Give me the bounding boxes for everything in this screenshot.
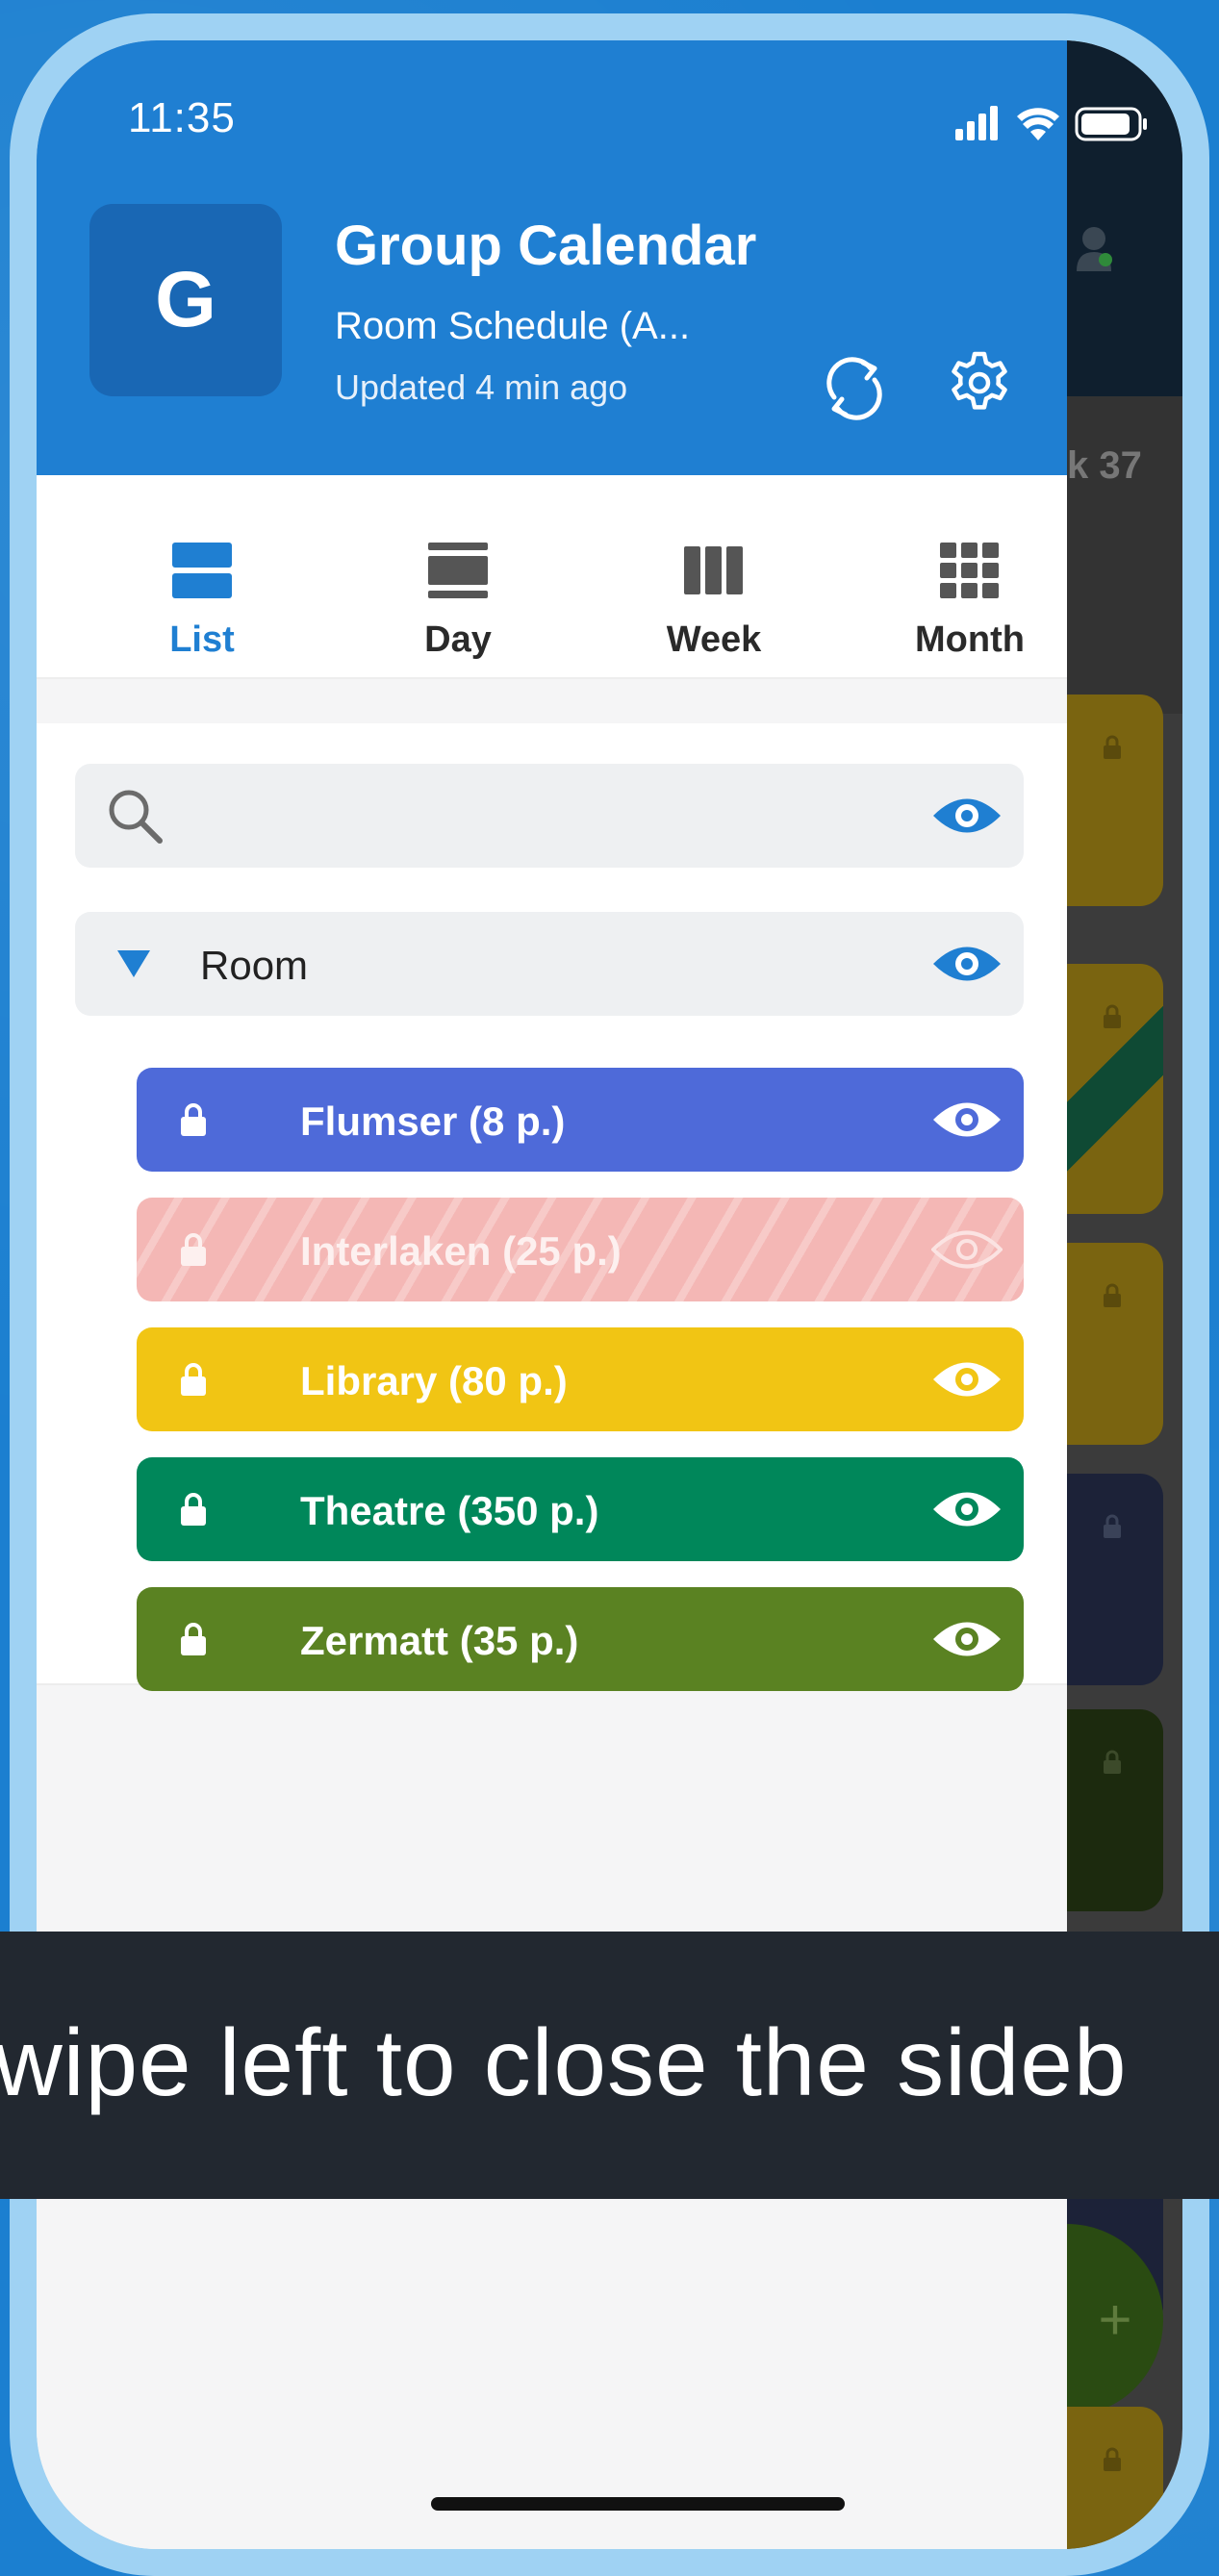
lock-icon (1104, 2447, 1121, 2471)
view-tabs: List Day Week Month (37, 475, 1067, 679)
calendar-avatar[interactable]: G (89, 204, 282, 396)
calendar-item-label: Library (80 p.) (300, 1358, 568, 1403)
eye-icon[interactable] (931, 1485, 1003, 1533)
background-event[interactable] (1067, 695, 1163, 906)
tab-week[interactable]: Week (589, 475, 839, 679)
settings-button[interactable] (941, 344, 1018, 421)
background-calendar-header (1067, 40, 1182, 396)
calendar-item-library[interactable]: Library (80 p.) (137, 1327, 1024, 1431)
status-icons (955, 106, 1147, 141)
home-indicator[interactable] (431, 2497, 845, 2511)
background-event[interactable] (1067, 1243, 1163, 1445)
background-event[interactable] (1067, 2407, 1163, 2549)
tab-label: Week (666, 619, 762, 660)
sync-button[interactable] (816, 350, 893, 427)
background-event[interactable] (1067, 964, 1163, 1214)
calendar-item-label: Interlaken (25 p.) (300, 1228, 622, 1274)
status-time: 11:35 (128, 94, 236, 141)
lock-icon (1104, 1283, 1121, 1307)
week-icon (684, 546, 743, 594)
calendar-title: Group Calendar (335, 215, 757, 277)
gear-icon (952, 351, 1007, 410)
eye-icon[interactable] (931, 1225, 1003, 1274)
background-event[interactable] (1067, 1709, 1163, 1911)
eye-icon[interactable] (931, 1355, 1003, 1403)
lock-icon (181, 1103, 206, 1136)
eye-icon[interactable] (931, 1096, 1003, 1144)
caret-down-icon[interactable] (117, 950, 150, 977)
calendar-filter-panel: Room Flumser (8 p.) Interlaken (25 p.) L… (37, 723, 1067, 1691)
group-label: Room (200, 943, 309, 988)
search-field[interactable] (75, 764, 1024, 868)
search-icon (109, 790, 163, 844)
lock-icon (1104, 735, 1121, 759)
lock-icon (181, 1363, 206, 1396)
updated-time: Updated 4 min ago (335, 367, 628, 407)
tab-label: Month (915, 619, 1025, 660)
calendar-item-zermatt[interactable]: Zermatt (35 p.) (137, 1587, 1024, 1691)
lock-icon (1104, 1004, 1121, 1028)
calendar-item-flumser[interactable]: Flumser (8 p.) (137, 1068, 1024, 1172)
instruction-text: wipe left to close the sideb (0, 2009, 1128, 2115)
lock-icon (1104, 1750, 1121, 1774)
lock-icon (181, 1233, 206, 1266)
tab-label: List (169, 619, 235, 660)
eye-icon[interactable] (931, 1615, 1003, 1663)
calendar-item-label: Flumser (8 p.) (300, 1099, 566, 1144)
eye-icon[interactable] (931, 792, 1003, 840)
eye-icon[interactable] (931, 940, 1003, 988)
battery-icon (1075, 107, 1147, 141)
calendar-item-interlaken[interactable]: Interlaken (25 p.) (137, 1198, 1024, 1301)
tab-list[interactable]: List (77, 475, 327, 679)
calendar-subtitle: Room Schedule (A... (335, 305, 691, 347)
tab-day[interactable]: Day (333, 475, 583, 679)
wifi-icon (1017, 108, 1059, 140)
lock-icon (181, 1623, 206, 1655)
list-icon (172, 543, 232, 598)
calendar-item-theatre[interactable]: Theatre (350 p.) (137, 1457, 1024, 1561)
signal-icon (955, 106, 998, 140)
day-icon (428, 543, 488, 598)
group-room[interactable]: Room (75, 912, 1024, 1016)
tab-month[interactable]: Month (845, 475, 1095, 679)
sync-icon (826, 357, 882, 420)
calendar-item-label: Theatre (350 p.) (300, 1488, 599, 1533)
lock-icon (1104, 1514, 1121, 1538)
instruction-banner: wipe left to close the sideb (0, 1932, 1219, 2199)
tab-label: Day (424, 619, 492, 660)
sidebar-header: 11:35 G Group Calendar Room Schedule (A.… (37, 40, 1147, 475)
calendar-item-label: Zermatt (35 p.) (300, 1618, 579, 1663)
user-icon (1077, 227, 1112, 271)
background-event[interactable] (1067, 1474, 1163, 1685)
month-icon (940, 543, 999, 598)
lock-icon (181, 1493, 206, 1526)
